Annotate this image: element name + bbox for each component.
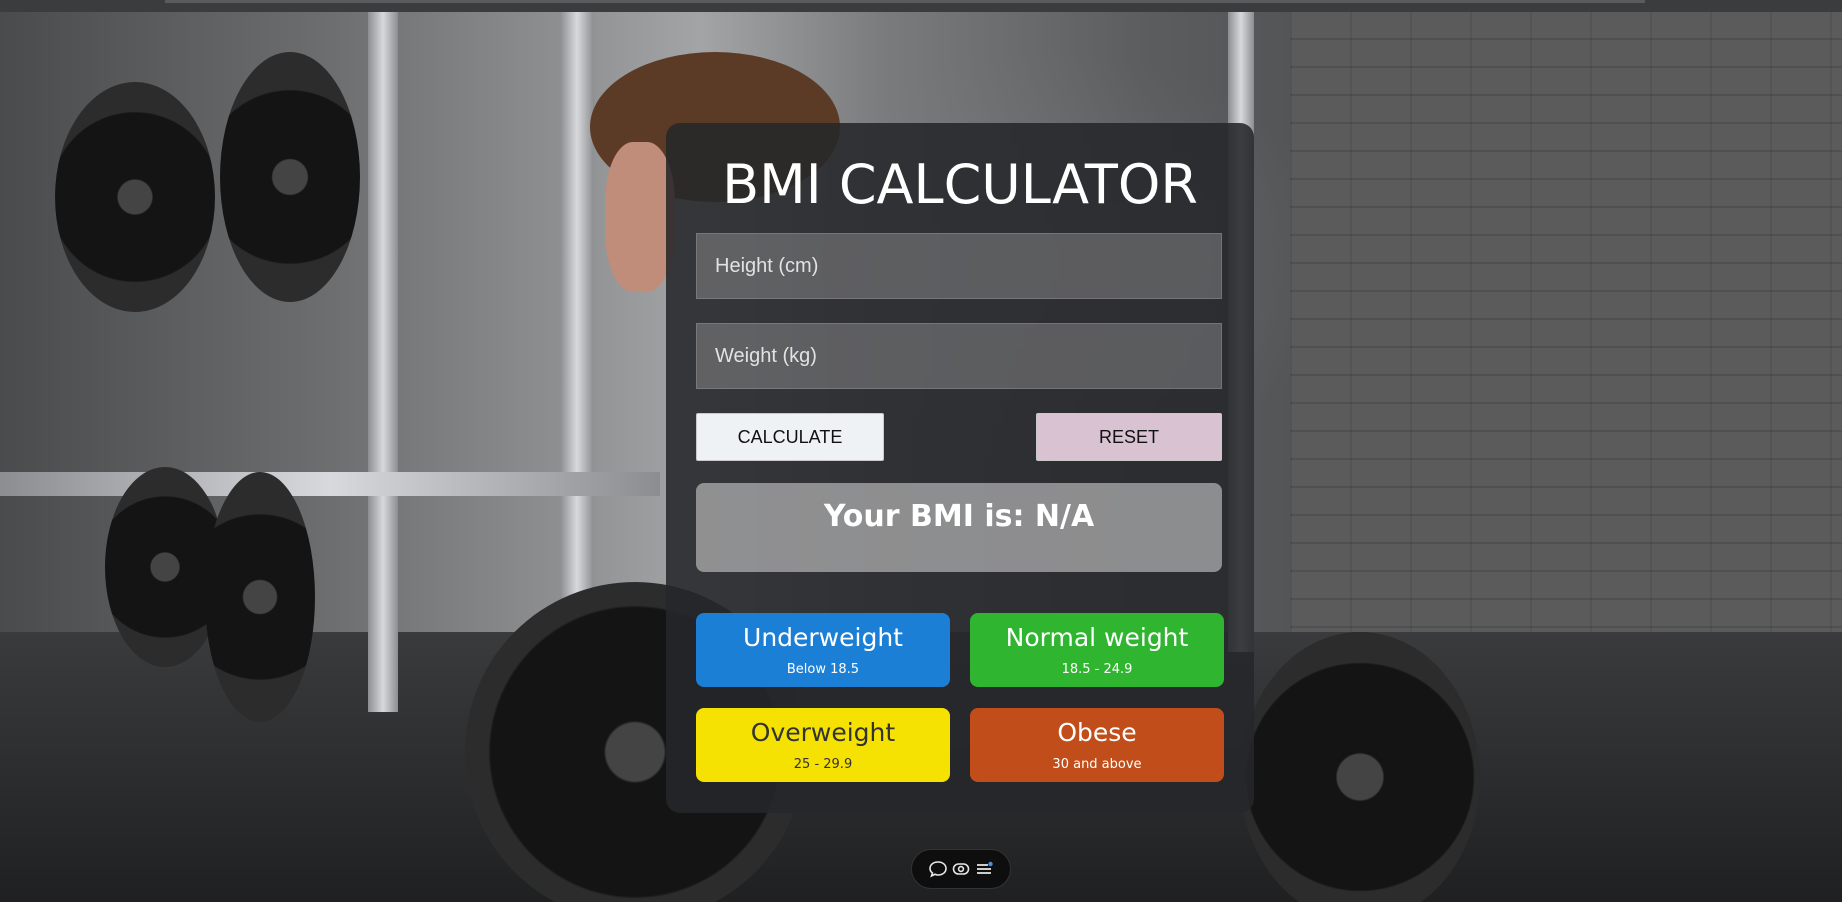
category-normal-weight: Normal weight 18.5 - 24.9 xyxy=(970,613,1224,687)
page-title: BMI CALCULATOR xyxy=(722,153,1198,216)
rack-post xyxy=(368,12,398,712)
floating-toolbar xyxy=(911,849,1011,889)
reset-button[interactable]: RESET xyxy=(1036,413,1222,461)
category-underweight: Underweight Below 18.5 xyxy=(696,613,950,687)
top-bar-line xyxy=(165,0,1645,3)
barbell-plate xyxy=(1240,632,1480,902)
brick-wall xyxy=(1290,12,1842,712)
category-range: 25 - 29.9 xyxy=(793,757,853,772)
rack-post xyxy=(560,12,594,632)
rack-bar xyxy=(0,472,660,496)
calculate-button[interactable]: CALCULATE xyxy=(696,413,884,461)
height-input[interactable] xyxy=(696,233,1222,299)
category-range: 30 and above xyxy=(1052,757,1142,772)
menu-icon[interactable] xyxy=(974,859,994,879)
person-face xyxy=(605,142,675,292)
weight-plate xyxy=(205,472,315,722)
eye-icon[interactable] xyxy=(951,859,971,879)
weight-plate xyxy=(220,52,360,302)
bmi-result-text: Your BMI is: N/A xyxy=(823,499,1095,534)
category-obese: Obese 30 and above xyxy=(970,708,1224,782)
category-name: Overweight xyxy=(750,718,896,747)
weight-input[interactable] xyxy=(696,323,1222,389)
category-range: 18.5 - 24.9 xyxy=(1061,662,1133,677)
chat-bubble-icon[interactable] xyxy=(928,859,948,879)
category-name: Underweight xyxy=(743,623,903,652)
category-overweight: Overweight 25 - 29.9 xyxy=(696,708,950,782)
weight-plate xyxy=(55,82,215,312)
bmi-result-box: Your BMI is: N/A xyxy=(696,483,1222,572)
category-range: Below 18.5 xyxy=(786,662,860,677)
bmi-calculator-card: BMI CALCULATOR CALCULATE RESET Your BMI … xyxy=(666,123,1254,813)
category-name: Normal weight xyxy=(1005,623,1189,652)
category-name: Obese xyxy=(1057,718,1137,747)
